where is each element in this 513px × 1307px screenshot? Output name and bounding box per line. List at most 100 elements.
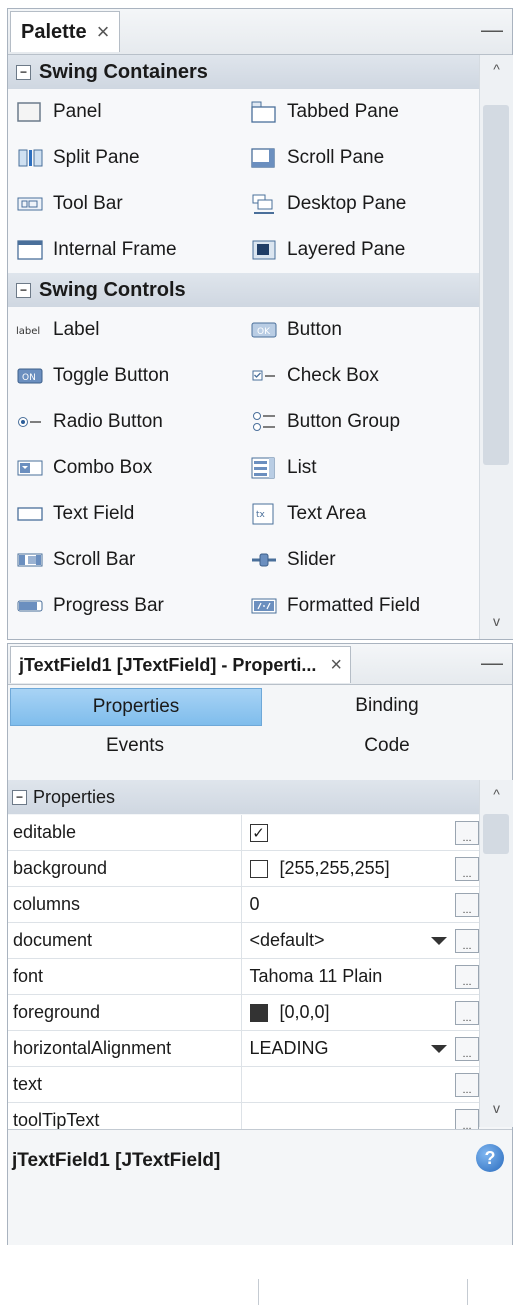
- palette-item-radio-button[interactable]: Radio Button: [8, 399, 242, 445]
- property-value[interactable]: [255,255,255]: [242, 851, 456, 886]
- subtab-binding[interactable]: Binding: [262, 688, 512, 724]
- label-icon-text: label: [16, 326, 40, 337]
- property-value[interactable]: Tahoma 11 Plain: [242, 959, 456, 994]
- property-row-editable[interactable]: editable ✓ ...: [8, 815, 479, 851]
- subtab-properties[interactable]: Properties: [10, 688, 262, 726]
- minimize-icon[interactable]: —: [481, 17, 503, 42]
- status-divider: [467, 1279, 468, 1305]
- palette-item-label: Layered Pane: [287, 239, 406, 260]
- properties-subtabs: Properties Binding Events Code: [8, 686, 512, 766]
- palette-item-label: Panel: [53, 101, 102, 122]
- more-button[interactable]: ...: [455, 857, 479, 881]
- property-value-text: [0,0,0]: [279, 1002, 330, 1022]
- palette-item-label: Progress Bar: [53, 595, 164, 616]
- palette-item-scroll-pane[interactable]: Scroll Pane: [242, 135, 476, 181]
- property-value[interactable]: LEADING: [242, 1031, 456, 1066]
- formatted-field-icon: [250, 595, 278, 617]
- more-button[interactable]: ...: [455, 929, 479, 953]
- category-label: Swing Controls: [39, 278, 186, 301]
- dropdown-arrow-icon[interactable]: [431, 937, 448, 945]
- palette-scrollbar[interactable]: ^ v: [479, 55, 513, 639]
- scroll-pane-icon: [250, 147, 278, 169]
- palette-item-check-box[interactable]: Check Box: [242, 353, 476, 399]
- palette-item-button[interactable]: OK Button: [242, 307, 476, 353]
- property-row-font[interactable]: font Tahoma 11 Plain ...: [8, 959, 479, 995]
- property-row-foreground[interactable]: foreground [0,0,0] ...: [8, 995, 479, 1031]
- controls-grid: label Label OK Button ON Toggle Button C…: [8, 307, 479, 629]
- palette-item-panel[interactable]: Panel: [8, 89, 242, 135]
- property-row-columns[interactable]: columns 0 ...: [8, 887, 479, 923]
- property-row-horizontal-alignment[interactable]: horizontalAlignment LEADING ...: [8, 1031, 479, 1067]
- palette-item-slider[interactable]: Slider: [242, 537, 476, 583]
- scroll-up-icon[interactable]: ^: [480, 61, 513, 83]
- property-value[interactable]: [0,0,0]: [242, 995, 456, 1030]
- more-button[interactable]: ...: [455, 965, 479, 989]
- close-icon[interactable]: ×: [330, 654, 342, 677]
- scroll-down-icon[interactable]: v: [480, 613, 513, 635]
- property-value[interactable]: [242, 1067, 456, 1102]
- properties-section-header[interactable]: − Properties: [8, 780, 483, 814]
- palette-item-text-field[interactable]: Text Field: [8, 491, 242, 537]
- palette-item-layered-pane[interactable]: Layered Pane: [242, 227, 476, 273]
- palette-item-internal-frame[interactable]: Internal Frame: [8, 227, 242, 273]
- properties-scrollbar[interactable]: ^ v: [479, 780, 513, 1127]
- internal-frame-icon: [16, 239, 44, 261]
- collapse-icon[interactable]: −: [16, 64, 31, 80]
- help-icon[interactable]: ?: [476, 1144, 504, 1172]
- close-icon[interactable]: ×: [97, 19, 110, 45]
- collapse-icon[interactable]: −: [16, 282, 31, 298]
- palette-item-desktop-pane[interactable]: Desktop Pane: [242, 181, 476, 227]
- palette-item-label: Slider: [287, 549, 336, 570]
- palette-tab[interactable]: Palette ×: [10, 11, 121, 52]
- property-row-text[interactable]: text ...: [8, 1067, 479, 1103]
- palette-item-combo-box[interactable]: Combo Box: [8, 445, 242, 491]
- more-button[interactable]: ...: [455, 1037, 479, 1061]
- category-swing-containers[interactable]: − Swing Containers: [8, 55, 479, 89]
- palette-item-split-pane[interactable]: Split Pane: [8, 135, 242, 181]
- property-name: font: [8, 959, 242, 994]
- collapse-icon[interactable]: −: [12, 789, 27, 805]
- tool-bar-icon: [16, 193, 44, 215]
- palette-item-scroll-bar[interactable]: Scroll Bar: [8, 537, 242, 583]
- palette-item-button-group[interactable]: Button Group: [242, 399, 476, 445]
- property-value[interactable]: 0: [242, 887, 456, 922]
- properties-tab[interactable]: jTextField1 [JTextField] - Properti... ×: [10, 646, 352, 683]
- property-row-background[interactable]: background [255,255,255] ...: [8, 851, 479, 887]
- minimize-icon[interactable]: —: [481, 650, 503, 675]
- desktop-pane-icon: [250, 193, 278, 215]
- palette-item-text-area[interactable]: tx Text Area: [242, 491, 476, 537]
- property-value[interactable]: <default>: [242, 923, 456, 958]
- check-icon[interactable]: ✓: [249, 823, 268, 842]
- subtab-events[interactable]: Events: [10, 728, 260, 764]
- palette-tab-title: Palette: [21, 20, 87, 43]
- palette-item-tabbed-pane[interactable]: Tabbed Pane: [242, 89, 476, 135]
- palette-item-list[interactable]: List: [242, 445, 476, 491]
- palette-item-tool-bar[interactable]: Tool Bar: [8, 181, 242, 227]
- properties-tab-title: jTextField1 [JTextField] - Properti...: [19, 654, 317, 675]
- scrollbar-thumb[interactable]: [483, 105, 509, 465]
- palette-item-label: Tabbed Pane: [287, 101, 399, 122]
- more-button[interactable]: ...: [455, 1073, 479, 1097]
- scrollbar-thumb[interactable]: [483, 814, 509, 854]
- palette-item-progress-bar[interactable]: Progress Bar: [8, 583, 242, 629]
- more-button[interactable]: ...: [455, 821, 479, 845]
- palette-item-label: Label: [53, 319, 100, 340]
- status-bar: [0, 1275, 513, 1307]
- category-swing-controls[interactable]: − Swing Controls: [8, 273, 479, 307]
- dropdown-arrow-icon[interactable]: [431, 1045, 448, 1053]
- property-value[interactable]: ✓: [242, 815, 456, 850]
- palette-item-label: Internal Frame: [53, 239, 177, 260]
- palette-item-label: Text Area: [287, 503, 367, 524]
- scroll-down-icon[interactable]: v: [480, 1100, 513, 1122]
- more-button[interactable]: ...: [455, 1001, 479, 1025]
- property-value-text: 0: [249, 894, 260, 914]
- subtab-code[interactable]: Code: [262, 728, 512, 764]
- scroll-up-icon[interactable]: ^: [480, 786, 513, 808]
- more-button[interactable]: ...: [455, 893, 479, 917]
- palette-item-toggle-button[interactable]: ON Toggle Button: [8, 353, 242, 399]
- property-row-document[interactable]: document <default> ...: [8, 923, 479, 959]
- palette-item-formatted-field[interactable]: Formatted Field: [242, 583, 476, 629]
- property-value-text: <default>: [249, 930, 325, 950]
- property-name: text: [8, 1067, 242, 1102]
- palette-item-label-component[interactable]: label Label: [8, 307, 242, 353]
